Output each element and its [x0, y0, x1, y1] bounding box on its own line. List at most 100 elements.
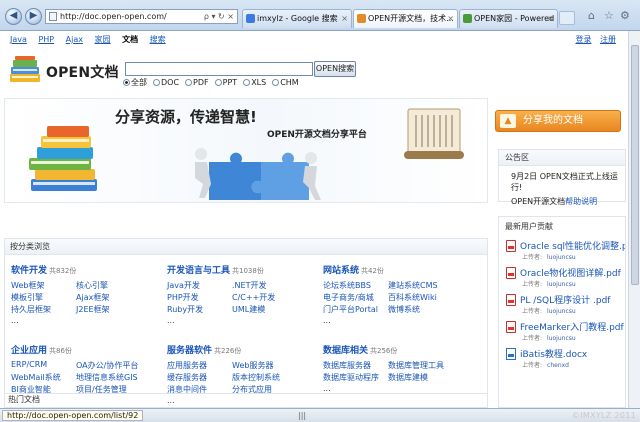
category-link[interactable]: 持久层框架 — [11, 304, 76, 315]
nav-php[interactable]: PHP — [38, 35, 54, 44]
login-link[interactable]: 登录 — [575, 35, 591, 44]
more-link[interactable]: ... — [323, 384, 473, 393]
favorites-icon[interactable]: ☆ — [604, 9, 614, 22]
new-tab-button[interactable] — [559, 11, 575, 25]
doc-uploader: 上传者: luojuncsu — [522, 281, 576, 288]
category-heading[interactable]: 数据库相关 — [323, 346, 368, 356]
category-link[interactable]: 数据库驱动程序 — [323, 372, 388, 383]
more-link[interactable]: ... — [11, 316, 161, 325]
search-input[interactable] — [125, 62, 313, 76]
tab-open-doc[interactable]: OPEN开源文档，技术... × — [353, 9, 458, 28]
category-link[interactable]: 百科系统Wiki — [388, 292, 463, 303]
category-link[interactable]: 微博系统 — [388, 304, 463, 315]
nav-search[interactable]: 搜索 — [150, 35, 166, 44]
nav-ajax[interactable]: Ajax — [66, 35, 83, 44]
category-link[interactable]: Web服务器 — [232, 360, 307, 371]
radio-pdf[interactable]: PDF — [185, 77, 209, 88]
category-link[interactable]: 版本控制系统 — [232, 372, 307, 383]
category-heading[interactable]: 软件开发 — [11, 266, 47, 276]
category-link[interactable]: WebMail系统 — [11, 372, 76, 383]
doc-title[interactable]: PL /SQL程序设计 .pdf — [520, 291, 625, 306]
tab-google[interactable]: imxylz - Google 搜索 × — [242, 9, 352, 28]
radio-chm[interactable]: CHM — [272, 77, 299, 88]
more-link[interactable]: ... — [167, 316, 317, 325]
category-heading[interactable]: 服务器软件 — [167, 346, 212, 356]
category-link[interactable]: 数据库建模 — [388, 372, 463, 383]
category-link[interactable]: PHP开发 — [167, 292, 232, 303]
category-link[interactable]: 电子商务/商城 — [323, 292, 388, 303]
help-link[interactable]: 帮助说明 — [565, 197, 597, 206]
category-link[interactable]: 地理信息系统GIS — [76, 372, 151, 383]
vertical-scrollbar[interactable] — [628, 31, 640, 408]
category-link[interactable]: .NET开发 — [232, 280, 307, 291]
category-link[interactable]: 建站系统CMS — [388, 280, 463, 291]
close-icon[interactable]: × — [547, 10, 554, 27]
close-icon[interactable]: × — [447, 10, 454, 27]
search-button[interactable]: OPEN搜索 — [314, 61, 356, 77]
radio-xls[interactable]: XLS — [243, 77, 266, 88]
category-link[interactable]: 应用服务器 — [167, 360, 232, 371]
category-count: 共42份 — [361, 267, 384, 275]
back-icon: ◀ — [9, 10, 18, 21]
category-title: 按分类浏览 — [5, 239, 487, 255]
category-link[interactable]: C/C++开发 — [232, 292, 307, 303]
category-heading[interactable]: 网站系统 — [323, 266, 359, 276]
close-icon[interactable]: × — [341, 10, 348, 27]
more-link[interactable]: ... — [323, 316, 473, 325]
list-item[interactable]: Oracle sql性能优化调整.pdf 上传者: luojuncsu — [499, 237, 625, 264]
page-icon — [49, 12, 57, 21]
share-button-label: 分享我的文档 — [523, 115, 583, 126]
category-link[interactable]: Ruby开发 — [167, 304, 232, 315]
nav-java[interactable]: Java — [10, 35, 27, 44]
watermark: ©IMXYLZ 2011 — [571, 411, 636, 420]
nav-docs: 文档 — [122, 35, 139, 44]
nav-home[interactable]: 家园 — [95, 35, 111, 44]
radio-doc[interactable]: DOC — [153, 77, 179, 88]
pdf-icon — [506, 240, 516, 252]
category-link[interactable]: 论坛系统BBS — [323, 280, 388, 291]
resize-grip[interactable]: ||| — [298, 411, 306, 420]
doc-title[interactable]: Oracle物化视图详解.pdf — [520, 264, 625, 279]
word-doc-icon — [506, 348, 516, 360]
address-tools[interactable]: ρ ▾ ↻ × — [204, 10, 234, 23]
list-item[interactable]: PL /SQL程序设计 .pdf 上传者: luojuncsu — [499, 291, 625, 318]
category-link[interactable]: 核心引擎 — [76, 280, 151, 291]
site-logo[interactable]: OPEN文档 — [8, 51, 120, 91]
category-heading[interactable]: 企业应用 — [11, 346, 47, 356]
tab-label: OPEN开源文档，技术... — [368, 14, 454, 23]
category-link[interactable]: 模板引擎 — [11, 292, 76, 303]
notice-box: 公告区 9月2日 OPEN文档正式上线运行! OPEN开源文档帮助说明 — [498, 149, 626, 206]
radio-ppt[interactable]: PPT — [214, 77, 237, 88]
back-button[interactable]: ◀ — [5, 8, 22, 25]
doc-title[interactable]: FreeMarker入门教程.pdf — [520, 318, 625, 333]
category-link[interactable]: ERP/CRM — [11, 360, 76, 371]
address-bar[interactable]: http://doc.open-open.com/ ρ ▾ ↻ × — [45, 9, 238, 24]
category-link[interactable]: J2EE框架 — [76, 304, 151, 315]
list-item[interactable]: Oracle物化视图详解.pdf 上传者: luojuncsu — [499, 264, 625, 291]
category-link[interactable]: OA办公/协作平台 — [76, 360, 151, 371]
category-link[interactable]: Ajax框架 — [76, 292, 151, 303]
category-link[interactable]: 数据库管理工具 — [388, 360, 463, 371]
home-icon[interactable]: ⌂ — [588, 9, 595, 22]
list-item[interactable]: FreeMarker入门教程.pdf 上传者: luojuncsu — [499, 318, 625, 345]
scrollbar-thumb[interactable] — [631, 45, 639, 285]
register-link[interactable]: 注册 — [600, 35, 616, 44]
category-link[interactable]: Java开发 — [167, 280, 232, 291]
gear-icon[interactable]: ⚙ — [620, 9, 630, 22]
doc-title[interactable]: iBatis教程.docx — [520, 345, 625, 360]
category-link[interactable]: 门户平台Portal — [323, 304, 388, 315]
category-heading[interactable]: 开发语言与工具 — [167, 266, 230, 276]
category-link[interactable]: UML建模 — [232, 304, 307, 315]
forward-button[interactable]: ▶ — [25, 8, 42, 25]
latest-contributions: 最新用户贡献 Oracle sql性能优化调整.pdf 上传者: luojuncs… — [498, 216, 626, 408]
category-link[interactable]: Web框架 — [11, 280, 76, 291]
doc-title[interactable]: Oracle sql性能优化调整.pdf — [520, 237, 625, 252]
category-link[interactable]: 缓存服务器 — [167, 372, 232, 383]
doc-uploader: 上传者: luojuncsu — [522, 335, 576, 342]
radio-all[interactable]: 全部 — [123, 77, 147, 88]
tab-open-home[interactable]: OPEN家园 - Powered b... × — [459, 9, 558, 28]
list-item[interactable]: iBatis教程.docx 上传者: chenxd — [499, 345, 625, 372]
category-count: 共256份 — [370, 347, 398, 355]
share-document-button[interactable]: ▲ 分享我的文档 — [495, 110, 621, 132]
category-link[interactable]: 数据库服务器 — [323, 360, 388, 371]
